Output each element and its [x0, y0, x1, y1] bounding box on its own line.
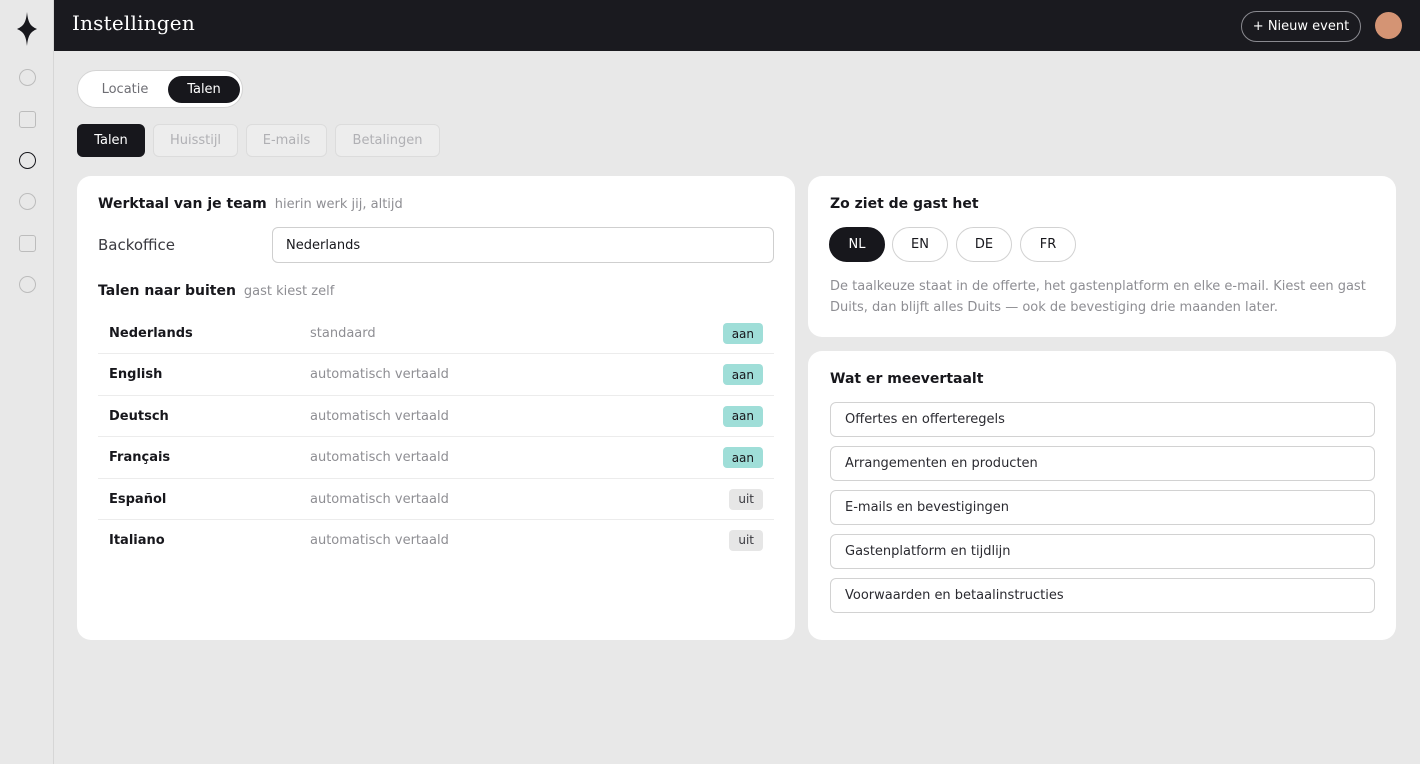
outbound-languages-title: Talen naar buiten	[98, 283, 236, 299]
segment-locatie[interactable]: Locatie	[86, 76, 164, 103]
nav-square-icon[interactable]	[19, 111, 36, 128]
language-status: automatisch vertaald	[310, 408, 449, 424]
translated-item: Gastenplatform en tijdlijn	[830, 534, 1375, 569]
outbound-languages-heading: Talen naar buiten gast kiest zelf	[98, 283, 334, 299]
tab-huisstijl[interactable]: Huisstijl	[153, 124, 238, 157]
language-row-italiano: Italiano automatisch vertaald uit	[98, 520, 774, 561]
top-bar: Instellingen + Nieuw event	[54, 0, 1420, 51]
guest-view-description: De taalkeuze staat in de offerte, het ga…	[830, 279, 1366, 315]
language-name: Deutsch	[109, 408, 169, 424]
translated-item: Voorwaarden en betaalinstructies	[830, 578, 1375, 613]
translated-item: E-mails en bevestigingen	[830, 490, 1375, 525]
tab-betalingen[interactable]: Betalingen	[335, 124, 440, 157]
guest-lang-pill-de[interactable]: DE	[956, 227, 1012, 262]
language-row-francais: Français automatisch vertaald aan	[98, 437, 774, 479]
translated-item: Arrangementen en producten	[830, 446, 1375, 481]
backoffice-language-select[interactable]: Nederlands	[272, 227, 774, 263]
avatar[interactable]	[1375, 12, 1402, 39]
language-name: Italiano	[109, 532, 165, 548]
language-toggle-badge[interactable]: aan	[722, 364, 763, 386]
backoffice-label: Backoffice	[98, 236, 176, 254]
language-toggle-badge[interactable]: aan	[722, 447, 763, 469]
language-row-english: English automatisch vertaald aan	[98, 354, 774, 396]
guest-view-title: Zo ziet de gast het	[830, 196, 979, 212]
language-name: Nederlands	[109, 326, 193, 341]
nav-square-icon[interactable]	[19, 235, 36, 252]
language-status: automatisch vertaald	[310, 450, 449, 466]
outbound-languages-subtitle: gast kiest zelf	[243, 284, 335, 299]
nav-circle-icon-active[interactable]	[19, 152, 36, 169]
languages-card: Werktaal van je team hierin werk jij, alt…	[77, 176, 795, 640]
language-toggle-badge[interactable]: aan	[722, 323, 763, 344]
language-status: automatisch vertaald	[310, 532, 449, 548]
new-event-button[interactable]: + Nieuw event	[1241, 11, 1361, 42]
language-toggle-badge[interactable]: uit	[729, 529, 763, 551]
nav-circle-icon[interactable]	[19, 193, 36, 210]
locatie-talen-toggle: Locatie Talen	[77, 70, 243, 108]
guest-lang-pill-nl[interactable]: NL	[829, 227, 885, 262]
language-status: automatisch vertaald	[310, 367, 449, 383]
segment-talen[interactable]: Talen	[168, 76, 240, 103]
work-language-heading: Werktaal van je team hierin werk jij, alt…	[98, 196, 403, 212]
guest-view-card: Zo ziet de gast het NL EN DE FR De taalk…	[808, 176, 1396, 337]
language-row-nederlands: Nederlands standaard aan	[98, 313, 774, 355]
tab-talen[interactable]: Talen	[77, 124, 145, 157]
language-name: Español	[109, 491, 167, 507]
language-status: standaard	[310, 326, 376, 341]
tab-emails[interactable]: E-mails	[246, 124, 327, 157]
language-row-espanol: Español automatisch vertaald uit	[98, 479, 774, 520]
language-name: English	[109, 367, 163, 383]
guest-lang-pill-en[interactable]: EN	[892, 227, 948, 262]
nav-circle-icon[interactable]	[19, 276, 36, 293]
logo-diamond-icon[interactable]	[17, 12, 37, 46]
translated-items-card: Wat er meevertaalt Offertes en offertere…	[808, 351, 1396, 640]
work-language-subtitle: hierin werk jij, altijd	[274, 197, 403, 212]
translated-items-title: Wat er meevertaalt	[830, 371, 984, 387]
language-row-deutsch: Deutsch automatisch vertaald aan	[98, 396, 774, 438]
nav-circle-icon[interactable]	[19, 69, 36, 86]
language-name: Français	[109, 450, 171, 466]
sidebar	[0, 0, 54, 764]
language-status: automatisch vertaald	[310, 491, 449, 507]
language-toggle-badge[interactable]: aan	[722, 405, 763, 427]
guest-lang-pill-fr[interactable]: FR	[1020, 227, 1076, 262]
page-title: Instellingen	[72, 11, 195, 35]
language-toggle-badge[interactable]: uit	[729, 488, 763, 510]
work-language-title: Werktaal van je team	[98, 196, 267, 212]
translated-item: Offertes en offerteregels	[830, 402, 1375, 437]
language-list: Nederlands standaard aan English automat…	[98, 313, 774, 561]
